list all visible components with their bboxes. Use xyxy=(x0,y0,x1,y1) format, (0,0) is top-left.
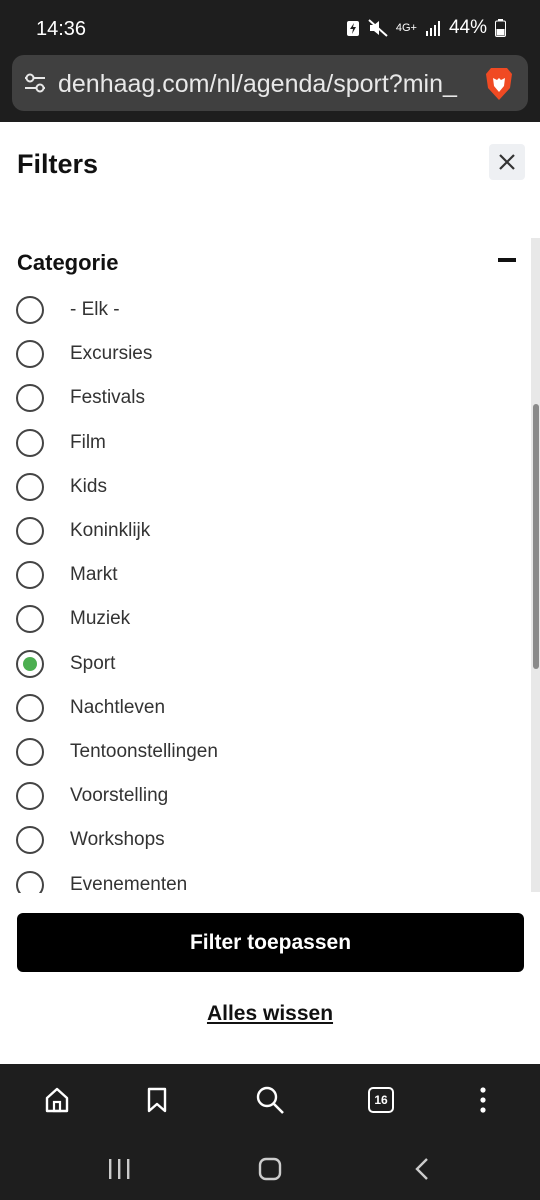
category-option-label: Festivals xyxy=(70,387,145,409)
url-bar[interactable]: denhaag.com/nl/agenda/sport?min_ xyxy=(12,55,528,111)
radio-unchecked-icon[interactable] xyxy=(16,693,44,722)
scrollbar-thumb[interactable] xyxy=(533,404,539,669)
category-option[interactable]: Excursies xyxy=(16,332,496,376)
radio-unchecked-icon[interactable] xyxy=(16,605,44,634)
filters-title: Filters xyxy=(17,149,99,179)
category-option[interactable]: Kids xyxy=(16,465,496,509)
category-option[interactable]: Tentoonstellingen xyxy=(16,730,496,774)
back-icon xyxy=(415,1158,428,1180)
radio-unchecked-icon[interactable] xyxy=(16,782,44,811)
category-option-label: Evenementen xyxy=(70,873,188,893)
recent-apps-button[interactable] xyxy=(99,1152,139,1186)
status-bar: 14:36 4G+ 44% xyxy=(0,0,540,52)
close-icon xyxy=(499,154,515,170)
category-option[interactable]: Voorstelling xyxy=(16,774,496,818)
battery-saver-icon xyxy=(346,21,359,36)
battery-percent: 44% xyxy=(448,17,487,38)
category-option-label: Workshops xyxy=(70,829,165,851)
category-option-label: Markt xyxy=(70,564,118,586)
tabs-icon: 16 xyxy=(368,1087,394,1113)
radio-unchecked-icon[interactable] xyxy=(16,296,44,324)
category-heading: Categorie xyxy=(17,250,119,275)
radio-unchecked-icon[interactable] xyxy=(16,472,44,501)
site-settings-icon[interactable] xyxy=(22,71,48,95)
close-button[interactable] xyxy=(489,144,525,180)
category-option-label: Koninklijk xyxy=(70,520,151,541)
category-option[interactable]: Sport xyxy=(16,642,496,686)
category-option-label: Excursies xyxy=(70,343,153,365)
radio-unchecked-icon[interactable] xyxy=(16,561,44,590)
signal-icon xyxy=(425,21,440,36)
brave-lion-icon[interactable] xyxy=(482,66,516,102)
home-nav-button[interactable] xyxy=(250,1152,290,1186)
more-button[interactable] xyxy=(463,1080,503,1120)
radio-unchecked-icon[interactable] xyxy=(16,738,44,766)
radio-unchecked-icon[interactable] xyxy=(16,340,44,369)
more-icon xyxy=(480,1087,486,1113)
category-option[interactable]: Muziek xyxy=(16,597,496,641)
category-option[interactable]: Nachtleven xyxy=(16,686,496,730)
back-button[interactable] xyxy=(402,1152,442,1186)
radio-unchecked-icon[interactable] xyxy=(16,384,44,413)
tabs-button[interactable]: 16 xyxy=(361,1080,401,1120)
category-option-label: Film xyxy=(70,431,106,453)
battery-icon xyxy=(495,19,506,37)
mute-icon xyxy=(368,19,388,37)
bookmark-button[interactable] xyxy=(137,1080,177,1120)
category-option-label: Kids xyxy=(70,475,107,497)
radio-checked-icon[interactable] xyxy=(16,649,44,678)
category-option-label: Sport xyxy=(70,652,116,674)
category-option[interactable]: Workshops xyxy=(16,818,496,862)
browser-toolbar: 16 xyxy=(0,1064,540,1136)
category-option[interactable]: Markt xyxy=(16,553,496,597)
clear-all-link[interactable]: Alles wissen xyxy=(0,1002,540,1026)
category-option-label: Muziek xyxy=(70,608,131,630)
category-option-label: - Elk - xyxy=(70,299,120,320)
apply-filter-button[interactable]: Filter toepassen xyxy=(17,913,524,972)
radio-unchecked-icon[interactable] xyxy=(16,428,44,457)
network-type: 4G+ xyxy=(395,22,417,34)
home-button[interactable] xyxy=(37,1080,77,1120)
collapse-minus-icon[interactable] xyxy=(498,258,516,262)
category-option[interactable]: Evenementen xyxy=(16,863,496,893)
category-option-label: Nachtleven xyxy=(70,696,166,718)
radio-unchecked-icon[interactable] xyxy=(16,870,44,893)
radio-unchecked-icon[interactable] xyxy=(16,517,44,545)
category-option-label: Tentoonstellingen xyxy=(70,741,218,762)
radio-unchecked-icon[interactable] xyxy=(16,826,44,855)
search-icon xyxy=(256,1086,284,1114)
tab-count: 16 xyxy=(374,1093,388,1107)
search-button[interactable] xyxy=(250,1080,290,1120)
bookmark-icon xyxy=(147,1087,167,1113)
url-text[interactable]: denhaag.com/nl/agenda/sport?min_ xyxy=(58,70,478,99)
recent-apps-icon xyxy=(109,1159,130,1179)
status-time: 14:36 xyxy=(36,18,87,40)
home-icon xyxy=(45,1087,69,1113)
category-options: - Elk - Excursies Festivals Film Kids Koninkl… xyxy=(0,288,527,893)
category-option[interactable]: Koninklijk xyxy=(16,509,496,553)
category-option-label: Voorstelling xyxy=(70,785,169,807)
system-nav-bar xyxy=(0,1136,540,1200)
status-icons: 4G+ 44% xyxy=(346,17,506,39)
category-option[interactable]: Festivals xyxy=(16,376,496,420)
home-nav-icon xyxy=(258,1157,282,1181)
category-option[interactable]: Film xyxy=(16,421,496,465)
filter-panel: Filters Categorie - Elk - Excursies Festiv… xyxy=(0,122,540,1064)
category-option[interactable]: - Elk - xyxy=(16,288,496,332)
